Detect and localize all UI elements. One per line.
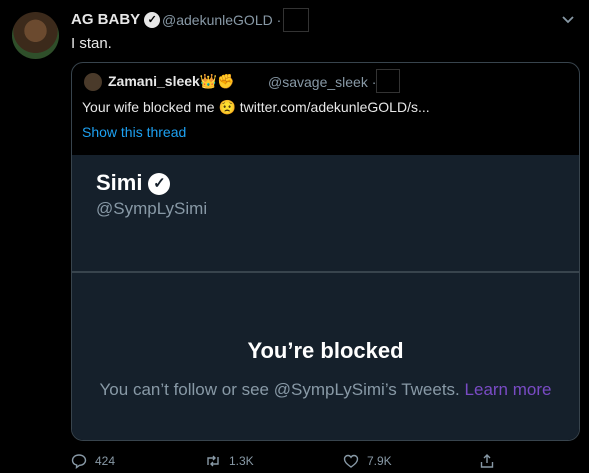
card-profile-name-row: Simi ✓ bbox=[96, 170, 171, 196]
quoted-author-name: Zamani_sleek👑✊ bbox=[108, 73, 235, 90]
card-profile-handle: @SympLySimi bbox=[96, 199, 208, 218]
author-name-text[interactable]: AG BABY bbox=[71, 11, 140, 28]
reply-icon bbox=[71, 453, 87, 469]
retweet-button[interactable]: 1.3K bbox=[205, 453, 254, 469]
show-thread-link[interactable]: Show this thread bbox=[82, 124, 186, 140]
author-handle-row: @adekunleGOLD · bbox=[162, 12, 281, 28]
retweet-count: 1.3K bbox=[229, 454, 254, 468]
quoted-tweet[interactable]: Zamani_sleek👑✊ @savage_sleek · Your wife… bbox=[71, 62, 580, 441]
quoted-author-handle-row: @savage_sleek · bbox=[268, 74, 376, 90]
quoted-author-handle: @savage_sleek bbox=[268, 74, 368, 90]
quoted-author-name-text: Zamani_sleek bbox=[108, 73, 200, 89]
like-button[interactable]: 7.9K bbox=[343, 453, 392, 469]
author-name[interactable]: AG BABY ✓ bbox=[71, 11, 161, 29]
card-divider bbox=[72, 271, 579, 273]
share-button[interactable] bbox=[479, 453, 495, 469]
card-verified-badge-icon: ✓ bbox=[148, 173, 171, 196]
redacted-quoted-timestamp bbox=[376, 69, 400, 93]
author-avatar[interactable] bbox=[12, 12, 59, 59]
author-handle[interactable]: @adekunleGOLD bbox=[162, 12, 273, 28]
blocked-profile-card: Simi ✓ @SympLySimi You’re blocked You can… bbox=[72, 155, 579, 440]
tweet-actions: 424 1.3K 7.9K bbox=[71, 453, 571, 469]
learn-more-link[interactable]: Learn more bbox=[465, 380, 552, 399]
blocked-title: You’re blocked bbox=[247, 338, 404, 363]
retweet-icon bbox=[205, 453, 221, 469]
reply-count: 424 bbox=[95, 454, 116, 468]
chevron-down-icon[interactable] bbox=[559, 10, 577, 33]
quoted-author-emojis: 👑✊ bbox=[199, 73, 235, 89]
verified-badge-icon: ✓ bbox=[144, 12, 161, 29]
handle-separator: · bbox=[276, 12, 282, 28]
reply-button[interactable]: 424 bbox=[71, 453, 115, 469]
tweet-text: I stan. bbox=[71, 35, 112, 52]
like-count: 7.9K bbox=[367, 454, 392, 468]
card-profile-name: Simi bbox=[96, 170, 143, 195]
quoted-tweet-text: Your wife blocked me 😟 twitter.com/adeku… bbox=[82, 99, 430, 115]
quoted-author-avatar bbox=[84, 73, 102, 91]
blocked-description: You can’t follow or see @SympLySimi’s Tw… bbox=[99, 380, 460, 399]
redacted-timestamp bbox=[283, 8, 309, 32]
like-icon bbox=[343, 453, 359, 469]
share-icon bbox=[479, 453, 495, 469]
blocked-description-row: You can’t follow or see @SympLySimi’s Tw… bbox=[92, 378, 559, 402]
